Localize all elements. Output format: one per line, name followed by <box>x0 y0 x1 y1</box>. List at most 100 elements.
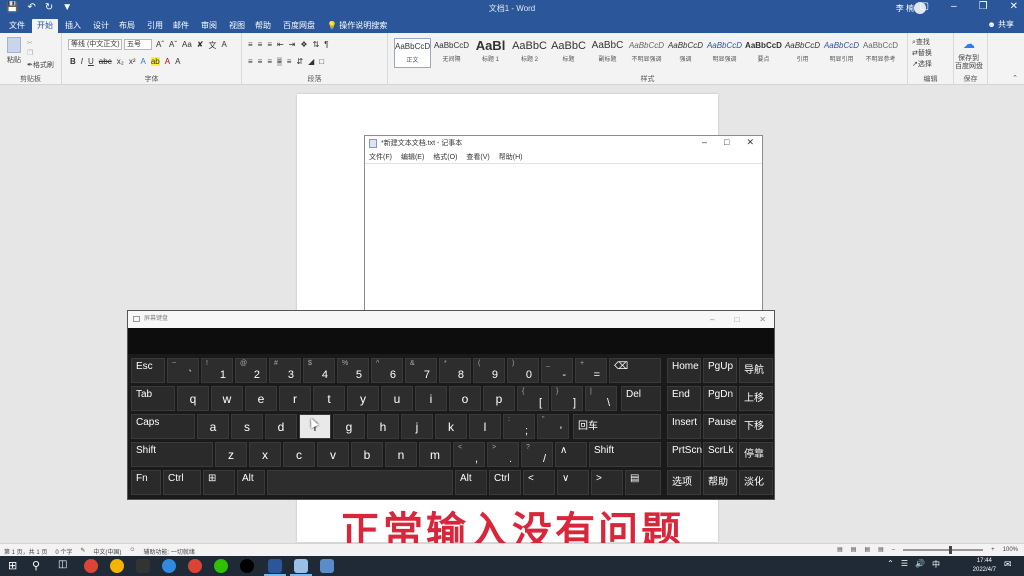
key-pgdn[interactable]: PgDn <box>703 386 737 411</box>
key-esc[interactable]: Esc <box>131 358 165 383</box>
tab-help[interactable]: 帮助 <box>250 19 276 33</box>
format-painter-button[interactable]: ✒格式刷 <box>27 60 54 70</box>
menu-edit[interactable]: 编辑(E) <box>401 152 424 162</box>
key-0[interactable]: ) 0 <box>507 358 539 383</box>
italic-icon[interactable]: I <box>81 57 83 66</box>
style-subtitle[interactable]: AaBbC 副标题 <box>589 38 626 68</box>
key-insert[interactable]: Insert <box>667 414 701 439</box>
share-button[interactable]: ☻ 共享 <box>987 19 1014 30</box>
tab-design[interactable]: 设计 <box>88 19 114 33</box>
menu-format[interactable]: 格式(O) <box>433 152 457 162</box>
underline-icon[interactable]: U <box>88 57 94 66</box>
key-alt[interactable]: Alt <box>237 470 265 495</box>
key-2[interactable]: @2 <box>235 358 267 383</box>
distributed-icon[interactable]: ≡ <box>287 57 292 66</box>
style-heading-1[interactable]: AaBl 标题 1 <box>472 38 509 68</box>
key-symbol-51[interactable]: 下移 <box>739 414 773 439</box>
key-symbol-75[interactable]: < <box>523 470 555 495</box>
highlight-icon[interactable]: ab <box>150 57 160 66</box>
key-shift[interactable]: Shift <box>131 442 213 467</box>
shrink-font-icon[interactable]: Aˇ <box>169 40 177 51</box>
key-symbol-13[interactable]: + = <box>575 358 607 383</box>
key-symbol-78[interactable]: ▤ <box>625 470 661 495</box>
key-space[interactable] <box>267 470 453 495</box>
proofing-icon[interactable]: ✎ <box>80 547 85 556</box>
settings-icon[interactable] <box>320 559 334 573</box>
key-symbol-81[interactable]: 淡化 <box>739 470 773 495</box>
key-l[interactable]: l <box>469 414 501 439</box>
char-border-icon[interactable]: A <box>222 40 227 51</box>
style-title[interactable]: AaBbC 标题 <box>550 38 587 68</box>
borders-icon[interactable]: □ <box>319 57 324 66</box>
key-m[interactable]: m <box>419 442 451 467</box>
font-color-icon[interactable]: A <box>165 57 170 66</box>
style-subtle-reference[interactable]: AaBbCcD 不明显参考 <box>862 38 899 68</box>
menu-help[interactable]: 帮助(H) <box>499 152 523 162</box>
key-c[interactable]: c <box>283 442 315 467</box>
zoom-level[interactable]: 100% <box>1003 547 1018 553</box>
tab-mailings[interactable]: 邮件 <box>168 19 194 33</box>
key-x[interactable]: x <box>249 442 281 467</box>
bullets-icon[interactable]: ≡ <box>248 40 253 49</box>
notification-icon[interactable]: ✉ <box>1004 559 1018 573</box>
replace-button[interactable]: ⇄替换 <box>912 48 932 58</box>
key-6[interactable]: ^ 6 <box>371 358 403 383</box>
chinese-layout-icon[interactable]: ❖ <box>300 40 307 49</box>
key-symbol-35[interactable]: 上移 <box>739 386 773 411</box>
style-no-spacing[interactable]: AaBbCcD 无间隔 <box>433 38 470 68</box>
key-3[interactable]: #3 <box>269 358 301 383</box>
key-n[interactable]: n <box>385 442 417 467</box>
read-mode-icon[interactable]: ▤ <box>851 546 857 553</box>
style-emphasis[interactable]: AaBbCcD 强调 <box>667 38 704 68</box>
wechat-icon[interactable] <box>214 559 228 573</box>
key-b[interactable]: b <box>351 442 383 467</box>
multilevel-list-icon[interactable]: ≡ <box>267 40 272 49</box>
user-name[interactable]: 李 楠 <box>896 3 914 14</box>
key-symbol-63[interactable]: ∧ <box>555 442 587 467</box>
tab-view[interactable]: 视图 <box>224 19 250 33</box>
copy-icon[interactable]: ❐ <box>27 49 33 57</box>
key-h[interactable]: h <box>367 414 399 439</box>
key-e[interactable]: e <box>245 386 277 411</box>
tab-layout[interactable]: 布局 <box>114 19 140 33</box>
key-symbol-76[interactable]: ∨ <box>557 470 589 495</box>
ribbon-options-icon[interactable]: ▢ <box>920 1 929 12</box>
maximize-icon[interactable]: ❐ <box>979 1 988 12</box>
osk-maximize-icon[interactable]: □ <box>734 311 739 328</box>
chrome-icon[interactable] <box>110 559 124 573</box>
key-symbol-17[interactable]: 导航 <box>739 358 773 383</box>
search-icon[interactable]: ⚲ <box>32 559 46 573</box>
focus-mode-icon[interactable]: ▤ <box>837 546 843 553</box>
style-normal[interactable]: AaBbCcD 正文 <box>394 38 431 68</box>
key-symbol-60[interactable]: <, <box>453 442 485 467</box>
tab-home[interactable]: 开始 <box>32 19 58 33</box>
web-layout-icon[interactable]: ▤ <box>878 546 884 553</box>
numbering-icon[interactable]: ≡ <box>258 40 263 49</box>
select-button[interactable]: ↗选择 <box>912 59 932 69</box>
volume-icon[interactable]: 🔊 <box>915 559 925 570</box>
key-symbol-79[interactable]: 选项 <box>667 470 701 495</box>
style-subtle-emphasis[interactable]: AaBbCcD 不明显强调 <box>628 38 665 68</box>
key-symbol-1[interactable]: ~ ` <box>167 358 199 383</box>
key-q[interactable]: q <box>177 386 209 411</box>
key-u[interactable]: u <box>381 386 413 411</box>
key-g[interactable]: g <box>333 414 365 439</box>
key-del[interactable]: Del <box>621 386 661 411</box>
clear-format-icon[interactable]: ✘ <box>197 40 204 51</box>
key-symbol-61[interactable]: >. <box>487 442 519 467</box>
save-to-line2[interactable]: 百度网盘 <box>955 61 983 71</box>
key-4[interactable]: $4 <box>303 358 335 383</box>
key-z[interactable]: z <box>215 442 247 467</box>
show-marks-icon[interactable]: ¶ <box>324 40 328 49</box>
baidu-cloud-icon[interactable]: ☁ <box>963 37 975 51</box>
style-heading-2[interactable]: AaBbC 标题 2 <box>511 38 548 68</box>
phonetic-icon[interactable]: 文 <box>209 40 217 51</box>
strikethrough-icon[interactable]: abc <box>99 57 112 66</box>
char-shading-icon[interactable]: A <box>175 57 180 66</box>
line-spacing-icon[interactable]: ⇵ <box>296 57 303 66</box>
page-count[interactable]: 第 1 页，共 1 页 <box>4 547 47 556</box>
shading-icon[interactable]: ◢ <box>308 57 314 66</box>
grow-font-icon[interactable]: Aˆ <box>156 40 164 51</box>
accessibility-status[interactable]: 辅助功能: 一切就绪 <box>144 547 195 556</box>
start-icon[interactable]: ⊞ <box>8 559 22 573</box>
